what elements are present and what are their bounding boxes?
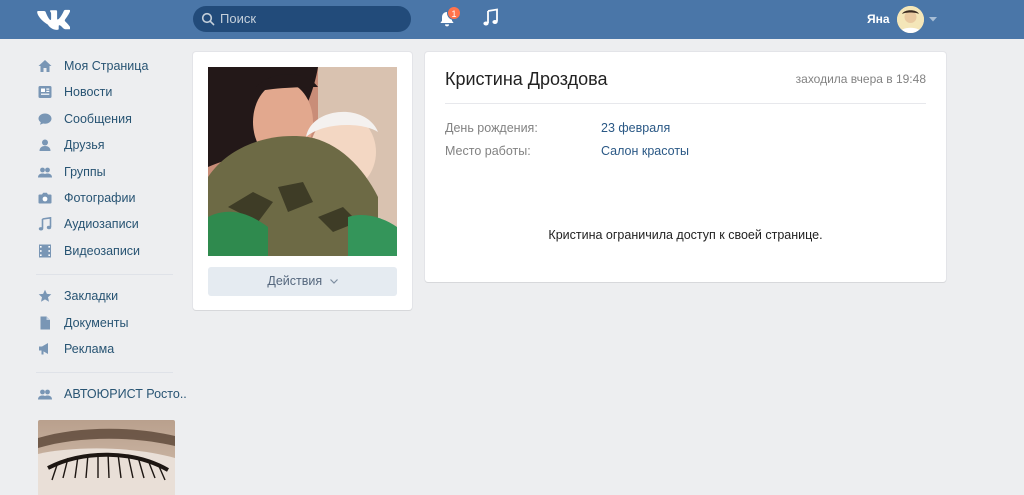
sidebar-item-label: Сообщения: [64, 111, 132, 126]
sidebar-item-label: Аудиозаписи: [64, 217, 139, 232]
vk-logo-icon[interactable]: [36, 8, 70, 30]
chevron-down-icon[interactable]: [929, 17, 937, 22]
profile-divider: [445, 103, 926, 104]
birthday-link[interactable]: 23 февраля: [601, 120, 670, 136]
profile-photo-card: Действия: [193, 52, 412, 310]
profile-avatar[interactable]: [208, 67, 397, 256]
sidebar-item-label: Моя Страница: [64, 59, 149, 73]
sidebar-item-news[interactable]: Новости: [36, 80, 176, 106]
profile-field-birthday: День рождения: 23 февраля: [445, 120, 926, 136]
field-label: Место работы:: [445, 144, 531, 158]
last-seen: заходила вчера в 19:48: [795, 72, 926, 86]
sidebar-nav: Моя Страница Новости Сообщения Друзья Гр…: [36, 54, 187, 409]
groups-icon: [38, 167, 52, 178]
camera-icon: [38, 192, 52, 204]
sidebar-item-photos[interactable]: Фотографии: [36, 186, 176, 212]
groups-icon: [38, 389, 52, 400]
megaphone-icon: [39, 342, 48, 355]
search-input[interactable]: Поиск: [193, 6, 411, 32]
search-placeholder: Поиск: [220, 11, 257, 26]
friend-icon: [39, 139, 51, 152]
sidebar-item-label: Фотографии: [64, 190, 136, 205]
sidebar-divider: [36, 274, 173, 276]
sidebar-item-label: АВТОЮРИСТ Росто..: [64, 387, 187, 402]
star-icon: [38, 289, 52, 302]
closed-profile-message: Кристина ограничила доступ к своей стран…: [548, 228, 823, 242]
profile-name: Кристина Дроздова: [445, 69, 608, 89]
actions-button-label: Действия: [267, 274, 323, 288]
sidebar-divider: [36, 372, 173, 374]
home-icon: [38, 60, 52, 72]
notifications-badge: 1: [447, 6, 461, 20]
sidebar-item-group-autolawyer[interactable]: АВТОЮРИСТ Росто..: [36, 382, 187, 408]
sidebar-item-messages[interactable]: Сообщения: [36, 107, 176, 133]
sidebar-item-video[interactable]: Видеозаписи: [36, 239, 176, 265]
sidebar-item-documents[interactable]: Документы: [36, 311, 176, 337]
sidebar-item-ads[interactable]: Реклама: [36, 337, 176, 363]
sidebar-item-label: Видеозаписи: [64, 243, 141, 258]
user-name[interactable]: Яна: [867, 11, 890, 27]
sidebar-item-label: Друзья: [64, 138, 105, 153]
profile-info-card: Кристина Дроздова заходила вчера в 19:48…: [425, 52, 946, 282]
sidebar-item-bookmarks[interactable]: Закладки: [36, 284, 176, 310]
sidebar-item-label: Новости: [64, 85, 113, 100]
sidebar-item-friends[interactable]: Друзья: [36, 133, 176, 159]
video-icon: [39, 244, 51, 258]
actions-button[interactable]: Действия: [208, 267, 397, 296]
document-icon: [40, 316, 50, 330]
sidebar-item-label: Документы: [64, 315, 129, 330]
news-icon: [38, 86, 52, 99]
sidebar-item-label: Реклама: [64, 341, 115, 356]
sidebar-item-groups[interactable]: Группы: [36, 160, 176, 186]
top-header: Поиск 1 Яна: [0, 0, 1024, 39]
messages-icon: [38, 113, 52, 125]
user-avatar[interactable]: [897, 6, 924, 33]
field-label: День рождения:: [445, 121, 538, 135]
profile-field-work: Место работы: Салон красоты: [445, 143, 926, 159]
search-icon: [201, 12, 215, 26]
sidebar-item-my-page[interactable]: Моя Страница: [36, 54, 176, 80]
ad-banner-image[interactable]: [38, 420, 175, 495]
chevron-down-icon: [329, 279, 338, 285]
music-icon: [38, 217, 52, 231]
music-icon[interactable]: [482, 8, 500, 28]
work-link[interactable]: Салон красоты: [601, 143, 689, 159]
sidebar-item-audio[interactable]: Аудиозаписи: [36, 212, 176, 238]
sidebar-item-label: Закладки: [64, 289, 119, 304]
sidebar-item-label: Группы: [64, 164, 106, 179]
